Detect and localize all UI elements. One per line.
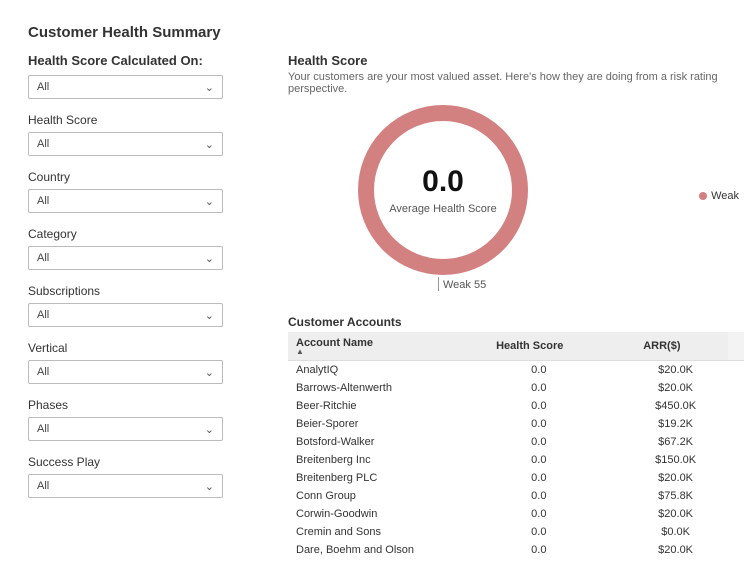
filter-label: Country — [28, 170, 228, 184]
cell-account-name: Cremin and Sons — [288, 523, 470, 541]
filter-value: All — [37, 480, 49, 492]
gauge-value: 0.0 — [422, 165, 464, 199]
cell-arr: $20.0K — [607, 361, 744, 379]
col-arr[interactable]: ARR($) — [596, 332, 728, 361]
chevron-down-icon: ⌄ — [205, 309, 214, 322]
legend-label-weak: Weak — [711, 190, 739, 202]
filter-label: Category — [28, 227, 228, 241]
cell-health-score: 0.0 — [470, 523, 607, 541]
gauge-legend: Weak — [699, 190, 739, 202]
filter-value: All — [37, 366, 49, 378]
filter-value: All — [37, 252, 49, 264]
chevron-down-icon: ⌄ — [205, 366, 214, 379]
sort-asc-icon: ▲ — [296, 349, 456, 355]
cell-arr: $20.0K — [607, 541, 744, 556]
cell-account-name: Beier-Sporer — [288, 415, 470, 433]
cell-health-score: 0.0 — [470, 379, 607, 397]
cell-health-score: 0.0 — [470, 397, 607, 415]
main-content: Health Score Your customers are your mos… — [228, 53, 754, 556]
cell-arr: $19.2K — [607, 415, 744, 433]
page-title: Customer Health Summary — [28, 24, 754, 41]
filter-value: All — [37, 195, 49, 207]
table-row[interactable]: Botsford-Walker0.0$67.2K — [288, 433, 744, 451]
health-score-subtitle: Your customers are your most valued asse… — [288, 71, 744, 95]
gauge-tick-label: Weak 55 — [438, 277, 486, 291]
health-score-title: Health Score — [288, 53, 744, 68]
filter-value: All — [37, 138, 49, 150]
table-row[interactable]: Dare, Boehm and Olson0.0$20.0K — [288, 541, 744, 556]
cell-account-name: Conn Group — [288, 487, 470, 505]
cell-account-name: Corwin-Goodwin — [288, 505, 470, 523]
accounts-table: Account Name ▲ Health Score ARR($) — [288, 332, 744, 361]
chevron-down-icon: ⌄ — [205, 480, 214, 493]
filter-select-phases[interactable]: All ⌄ — [28, 417, 223, 441]
filter-sidebar: Health Score Calculated On: All ⌄ Health… — [28, 53, 228, 556]
cell-health-score: 0.0 — [470, 451, 607, 469]
table-row[interactable]: Breitenberg Inc0.0$150.0K — [288, 451, 744, 469]
filter-value: All — [37, 423, 49, 435]
cell-account-name: Botsford-Walker — [288, 433, 470, 451]
cell-health-score: 0.0 — [470, 469, 607, 487]
cell-arr: $450.0K — [607, 397, 744, 415]
filter-select-subscriptions[interactable]: All ⌄ — [28, 303, 223, 327]
cell-health-score: 0.0 — [470, 433, 607, 451]
cell-health-score: 0.0 — [470, 361, 607, 379]
filter-primary-select[interactable]: All ⌄ — [28, 75, 223, 99]
table-row[interactable]: Corwin-Goodwin0.0$20.0K — [288, 505, 744, 523]
cell-account-name: Beer-Ritchie — [288, 397, 470, 415]
filter-select-category[interactable]: All ⌄ — [28, 246, 223, 270]
chevron-down-icon: ⌄ — [205, 423, 214, 436]
cell-arr: $150.0K — [607, 451, 744, 469]
filter-select-vertical[interactable]: All ⌄ — [28, 360, 223, 384]
cell-arr: $20.0K — [607, 505, 744, 523]
filter-select-success play[interactable]: All ⌄ — [28, 474, 223, 498]
cell-account-name: Dare, Boehm and Olson — [288, 541, 470, 556]
filter-label: Vertical — [28, 341, 228, 355]
col-account-name-label: Account Name — [296, 337, 373, 349]
filter-select-country[interactable]: All ⌄ — [28, 189, 223, 213]
filter-value: All — [37, 309, 49, 321]
cell-arr: $0.0K — [607, 523, 744, 541]
table-row[interactable]: Cremin and Sons0.0$0.0K — [288, 523, 744, 541]
cell-health-score: 0.0 — [470, 415, 607, 433]
health-score-gauge: 0.0 Average Health Score Weak 55 Weak — [288, 105, 744, 315]
cell-account-name: Breitenberg Inc — [288, 451, 470, 469]
legend-dot-weak — [699, 192, 707, 200]
table-row[interactable]: Conn Group0.0$75.8K — [288, 487, 744, 505]
chevron-down-icon: ⌄ — [205, 195, 214, 208]
chevron-down-icon: ⌄ — [205, 81, 214, 94]
table-row[interactable]: Beier-Sporer0.0$19.2K — [288, 415, 744, 433]
cell-arr: $75.8K — [607, 487, 744, 505]
table-row[interactable]: Breitenberg PLC0.0$20.0K — [288, 469, 744, 487]
cell-account-name: Breitenberg PLC — [288, 469, 470, 487]
chevron-down-icon: ⌄ — [205, 138, 214, 151]
accounts-title: Customer Accounts — [288, 315, 744, 329]
cell-health-score: 0.0 — [470, 487, 607, 505]
filter-label: Health Score — [28, 113, 228, 127]
cell-arr: $67.2K — [607, 433, 744, 451]
filter-primary-value: All — [37, 81, 49, 93]
filter-label: Subscriptions — [28, 284, 228, 298]
filter-select-health score[interactable]: All ⌄ — [28, 132, 223, 156]
cell-health-score: 0.0 — [470, 541, 607, 556]
table-row[interactable]: AnalytIQ0.0$20.0K — [288, 361, 744, 379]
accounts-table-body[interactable]: AnalytIQ0.0$20.0KBarrows-Altenwerth0.0$2… — [288, 361, 744, 556]
cell-health-score: 0.0 — [470, 505, 607, 523]
col-account-name[interactable]: Account Name ▲ — [288, 332, 464, 361]
cell-account-name: Barrows-Altenwerth — [288, 379, 470, 397]
table-row[interactable]: Beer-Ritchie0.0$450.0K — [288, 397, 744, 415]
filter-label: Success Play — [28, 455, 228, 469]
cell-arr: $20.0K — [607, 469, 744, 487]
col-health-score[interactable]: Health Score — [464, 332, 596, 361]
scrollbar-track[interactable] — [728, 332, 744, 361]
cell-account-name: AnalytIQ — [288, 361, 470, 379]
filter-primary-label: Health Score Calculated On: — [28, 53, 228, 68]
filter-label: Phases — [28, 398, 228, 412]
table-row[interactable]: Barrows-Altenwerth0.0$20.0K — [288, 379, 744, 397]
cell-arr: $20.0K — [607, 379, 744, 397]
chevron-down-icon: ⌄ — [205, 252, 214, 265]
gauge-label: Average Health Score — [389, 203, 496, 215]
